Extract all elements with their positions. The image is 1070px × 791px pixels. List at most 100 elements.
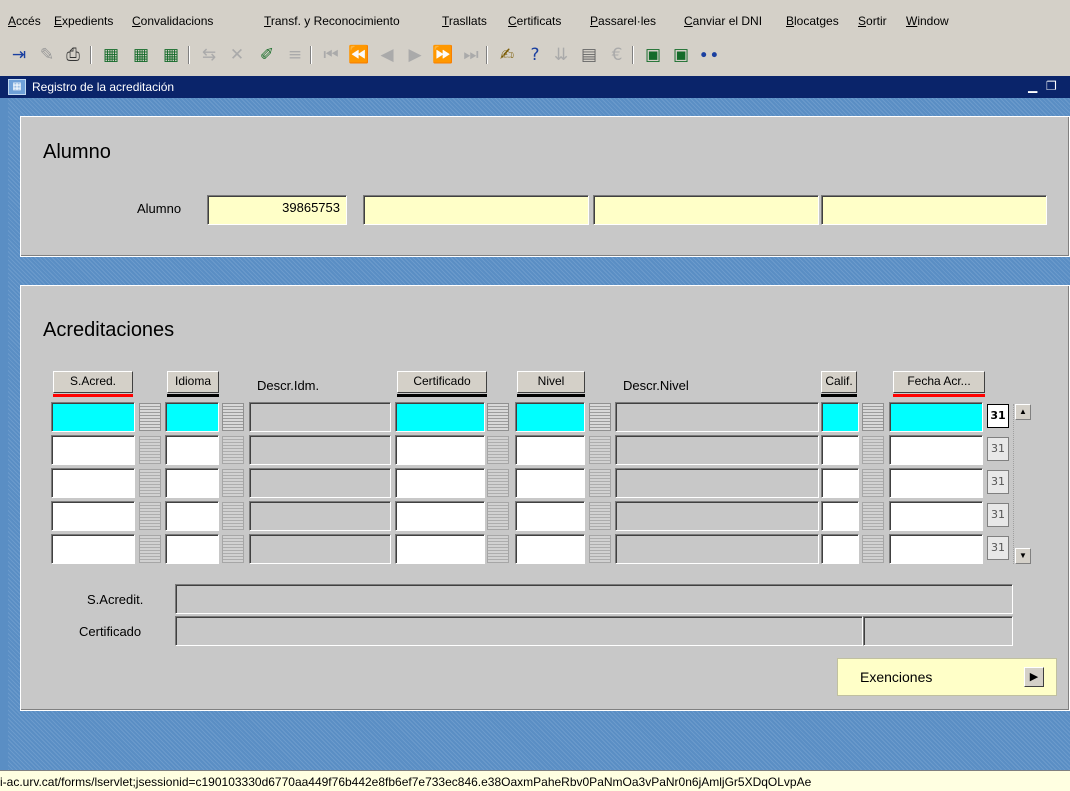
idioma-cell[interactable] — [165, 501, 219, 531]
idioma-cell[interactable] — [165, 435, 219, 465]
lov-button-icon[interactable] — [589, 469, 611, 497]
calif-cell[interactable] — [821, 534, 859, 564]
lov-button-icon[interactable] — [487, 535, 509, 563]
calendar-icon[interactable]: 31 — [987, 503, 1009, 527]
edit-icon[interactable]: ✍ — [494, 42, 520, 68]
certificado-cell[interactable] — [395, 435, 485, 465]
lov-button-icon[interactable] — [589, 403, 611, 431]
fecha-acr-cell[interactable] — [889, 534, 983, 564]
previous-record-icon[interactable]: ◀ — [374, 42, 400, 68]
lov-button-icon[interactable] — [589, 535, 611, 563]
minimize-icon[interactable]: ▁ — [1028, 79, 1037, 93]
delete-record-icon[interactable]: ✕ — [224, 42, 250, 68]
lov-button-icon[interactable] — [862, 436, 884, 464]
lov-button-icon[interactable] — [487, 436, 509, 464]
calif-cell[interactable] — [821, 402, 859, 432]
nivel-cell[interactable] — [515, 468, 585, 498]
print-icon[interactable]: ⎙ — [60, 42, 86, 68]
menu-expedients[interactable]: Expedients — [54, 14, 113, 28]
s-acred-cell[interactable] — [51, 534, 135, 564]
nivel-cell[interactable] — [515, 534, 585, 564]
fecha-acr-cell[interactable] — [889, 468, 983, 498]
lov-button-icon[interactable] — [862, 502, 884, 530]
save-icon[interactable]: ✎ — [34, 42, 60, 68]
idioma-cell[interactable] — [165, 468, 219, 498]
exit-icon[interactable]: ⇥ — [6, 42, 32, 68]
cancel-query-icon[interactable]: ▦ — [158, 42, 184, 68]
calif-cell[interactable] — [821, 468, 859, 498]
idioma-cell[interactable] — [165, 534, 219, 564]
idioma-cell[interactable] — [165, 402, 219, 432]
calif-cell[interactable] — [821, 501, 859, 531]
fecha-acr-cell[interactable] — [889, 501, 983, 531]
insert-record-icon[interactable]: ⇆ — [196, 42, 222, 68]
lov-button-icon[interactable] — [222, 535, 244, 563]
menu-certificats[interactable]: Certificats — [508, 14, 561, 28]
menu-sortir[interactable]: Sortir — [858, 14, 887, 28]
calendar-icon[interactable]: ▤ — [576, 42, 602, 68]
lov-button-icon[interactable] — [222, 469, 244, 497]
lov-button-icon[interactable] — [139, 502, 161, 530]
records-scrollbar[interactable] — [1013, 404, 1031, 564]
word-report-icon[interactable]: ▣ — [668, 42, 694, 68]
alumno-surname2-field[interactable] — [821, 195, 1047, 225]
lov-button-icon[interactable] — [589, 436, 611, 464]
clear-record-icon[interactable]: ✐ — [254, 42, 280, 68]
column-header-nivel[interactable]: Nivel — [517, 371, 585, 393]
menu-passarelles[interactable]: Passarel·les — [590, 14, 656, 28]
last-record-icon[interactable]: ⏭ — [458, 42, 484, 68]
menu-transf-reconocimiento[interactable]: Transf. y Reconocimiento — [264, 14, 400, 28]
column-header-fecha-acr[interactable]: Fecha Acr... — [893, 371, 985, 393]
s-acred-cell[interactable] — [51, 468, 135, 498]
menu-convalidacions[interactable]: Convalidacions — [132, 14, 213, 28]
alumno-dni-field[interactable]: 39865753 — [207, 195, 347, 225]
previous-set-icon[interactable]: ⏪ — [346, 42, 372, 68]
alumno-name-field[interactable] — [363, 195, 589, 225]
lov-button-icon[interactable] — [862, 403, 884, 431]
help-icon[interactable]: ? — [522, 42, 548, 68]
lov-button-icon[interactable] — [487, 403, 509, 431]
connection-icon[interactable]: ∙∙ — [696, 42, 722, 68]
lov-button-icon[interactable] — [139, 436, 161, 464]
s-acred-cell[interactable] — [51, 501, 135, 531]
lock-record-icon[interactable]: ≡ — [282, 42, 308, 68]
lov-button-icon[interactable] — [589, 502, 611, 530]
lov-button-icon[interactable] — [222, 502, 244, 530]
lov-button-icon[interactable] — [487, 502, 509, 530]
restore-icon[interactable]: ❐ — [1046, 79, 1057, 93]
lov-button-icon[interactable] — [862, 469, 884, 497]
column-header-calif[interactable]: Calif. — [821, 371, 857, 393]
nivel-cell[interactable] — [515, 501, 585, 531]
menu-trasllats[interactable]: Trasllats — [442, 14, 487, 28]
scroll-up-icon[interactable]: ▲ — [1015, 404, 1031, 420]
list-of-values-icon[interactable]: ⇊ — [548, 42, 574, 68]
menu-canviar-dni[interactable]: Canviar el DNI — [684, 14, 762, 28]
nivel-cell[interactable] — [515, 402, 585, 432]
lov-button-icon[interactable] — [222, 436, 244, 464]
calif-cell[interactable] — [821, 435, 859, 465]
menu-window[interactable]: Window — [906, 14, 949, 28]
next-set-icon[interactable]: ⏩ — [430, 42, 456, 68]
calendar-icon[interactable]: 31 — [987, 536, 1009, 560]
menu-blocatges[interactable]: Blocatges — [786, 14, 839, 28]
lov-button-icon[interactable] — [222, 403, 244, 431]
alumno-surname1-field[interactable] — [593, 195, 819, 225]
next-record-icon[interactable]: ▶ — [402, 42, 428, 68]
exenciones-button[interactable]: Exenciones ▶ — [837, 658, 1057, 696]
certificado-cell[interactable] — [395, 534, 485, 564]
fecha-acr-cell[interactable] — [889, 402, 983, 432]
menu-acces[interactable]: Accés — [8, 14, 41, 28]
lov-button-icon[interactable] — [139, 469, 161, 497]
lov-button-icon[interactable] — [487, 469, 509, 497]
certificado-cell[interactable] — [395, 402, 485, 432]
column-header-certificado[interactable]: Certificado — [397, 371, 487, 393]
s-acred-cell[interactable] — [51, 402, 135, 432]
first-record-icon[interactable]: ⏮ — [318, 42, 344, 68]
enter-query-icon[interactable]: ▦ — [98, 42, 124, 68]
execute-query-icon[interactable]: ▦ — [128, 42, 154, 68]
scroll-down-icon[interactable]: ▼ — [1015, 548, 1031, 564]
currency-icon[interactable]: € — [604, 42, 630, 68]
calendar-icon[interactable]: 31 — [987, 470, 1009, 494]
lov-button-icon[interactable] — [862, 535, 884, 563]
certificado-cell[interactable] — [395, 501, 485, 531]
